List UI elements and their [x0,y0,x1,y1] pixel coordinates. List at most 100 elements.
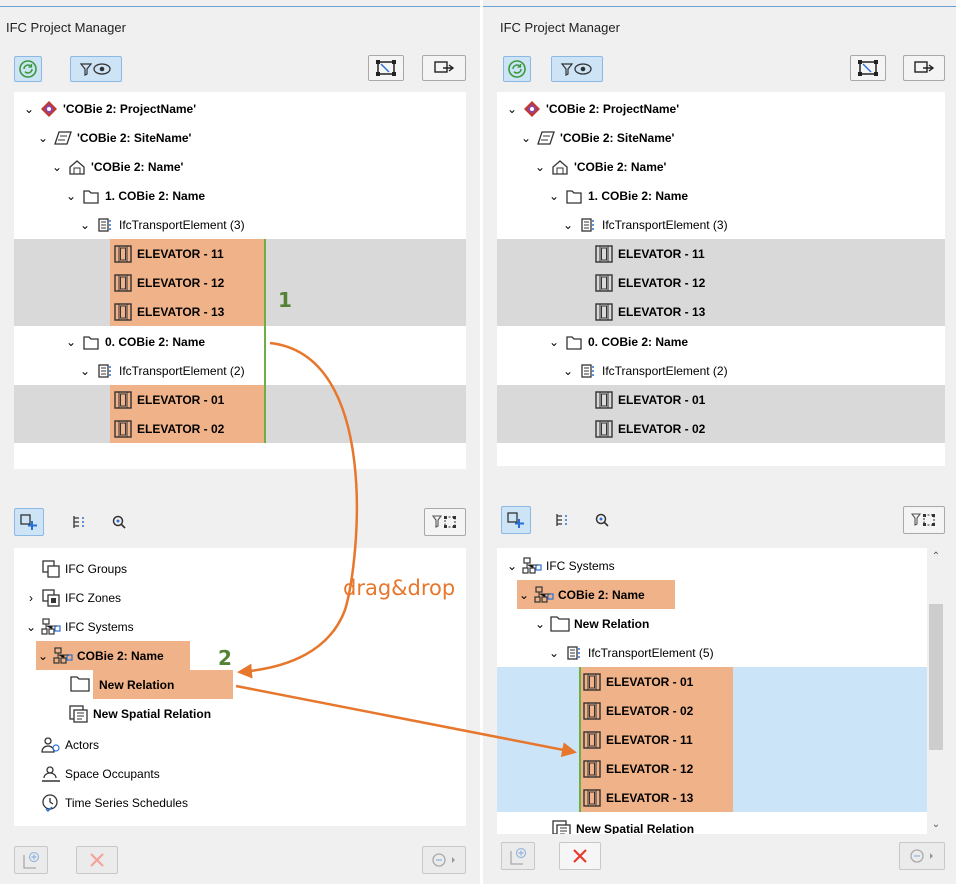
select-elements-icon [376,60,396,76]
group-row-time-series[interactable]: Time Series Schedules [14,788,466,817]
chevron-down-icon[interactable]: ⌄ [64,335,78,349]
elevator-icon [113,419,133,439]
add-group-tab[interactable] [501,506,531,534]
group-row-elevator[interactable]: ELEVATOR - 01 [497,667,945,696]
select-in-model-button[interactable] [850,55,886,81]
chevron-down-icon[interactable]: ⌄ [36,131,50,145]
tree-row-elevator[interactable]: ELEVATOR - 11 [14,239,466,268]
filter-visibility-button[interactable] [551,56,603,82]
group-label: Time Series Schedules [65,795,188,810]
scrollbar-thumb[interactable] [929,604,943,750]
add-group-tab[interactable] [14,508,44,536]
group-row-ifc-systems[interactable]: ⌄ IFC Systems [497,551,945,580]
tree-row-story-0[interactable]: ⌄ 0. COBie 2: Name [14,327,466,356]
highlight-box: New Relation [93,670,233,699]
new-group-button[interactable] [501,842,535,870]
group-row-elevator[interactable]: ELEVATOR - 02 [497,696,945,725]
chevron-down-icon[interactable]: ⌄ [547,189,561,203]
chevron-down-icon[interactable]: ⌄ [533,617,547,631]
chevron-down-icon[interactable]: ⌄ [505,102,519,116]
group-row-elevator[interactable]: ELEVATOR - 12 [497,754,945,783]
chevron-down-icon[interactable]: ⌄ [533,160,547,174]
chevron-down-icon[interactable]: ⌄ [22,102,36,116]
group-row-ifc-systems[interactable]: ⌄ IFC Systems [14,612,466,641]
tree-row-story-1[interactable]: ⌄ 1. COBie 2: Name [497,181,945,210]
tree-row-site[interactable]: ⌄ 'COBie 2: SiteName' [497,123,945,152]
refresh-button[interactable] [14,56,42,82]
scroll-up-icon[interactable]: ⌃ [927,548,945,566]
tree-row-building[interactable]: ⌄ 'COBie 2: Name' [14,152,466,181]
scrollbar[interactable]: ⌃ ⌄ [927,548,945,834]
delete-button[interactable] [559,842,601,870]
tree-row-elevator[interactable]: ELEVATOR - 12 [14,268,466,297]
new-group-button[interactable] [14,846,48,874]
hierarchy-tab[interactable] [547,506,577,534]
navigate-button[interactable] [422,55,466,81]
chevron-down-icon[interactable]: ⌄ [505,559,519,573]
refresh-button[interactable] [503,56,531,82]
group-row-new-relation[interactable]: New Relation [14,670,466,699]
chevron-down-icon[interactable]: ⌄ [78,364,92,378]
group-label: ELEVATOR - 01 [606,674,694,689]
assign-button[interactable] [422,846,466,874]
chevron-down-icon[interactable]: ⌄ [547,335,561,349]
chevron-down-icon[interactable]: ⌄ [561,218,575,232]
filter-selection-button[interactable] [903,506,945,534]
search-tab[interactable] [587,506,617,534]
tree-row-transport-group[interactable]: ⌄ IfcTransportElement (3) [14,210,466,239]
chevron-down-icon[interactable]: ⌄ [519,131,533,145]
tree-row-elevator[interactable]: ELEVATOR - 13 [14,297,466,326]
hierarchy-tab[interactable] [64,508,94,536]
group-label: IFC Systems [65,619,134,634]
group-row-space-occupants[interactable]: Space Occupants [14,759,466,788]
group-row-elevator[interactable]: ELEVATOR - 13 [497,783,945,812]
tree-label: 'COBie 2: SiteName' [560,130,675,145]
tree-row-elevator[interactable]: ELEVATOR - 02 [497,414,945,443]
chevron-down-icon[interactable]: ⌄ [50,160,64,174]
tree-row-elevator[interactable]: ELEVATOR - 02 [14,414,466,443]
search-tab[interactable] [104,508,134,536]
tree-row-elevator[interactable]: ELEVATOR - 11 [497,239,945,268]
assign-button[interactable] [899,842,945,870]
group-row-new-spatial-relation[interactable]: New Spatial Relation [497,814,945,834]
group-row-transport-group[interactable]: ⌄ IfcTransportElement (5) [497,638,945,667]
tree-row-story-0[interactable]: ⌄ 0. COBie 2: Name [497,327,945,356]
tree-row-transport-group[interactable]: ⌄ IfcTransportElement (2) [497,356,945,385]
accent-line [0,6,480,7]
filter-visibility-button[interactable] [70,56,122,82]
filter-selection-button[interactable] [424,508,466,536]
tree-row-site[interactable]: ⌄ 'COBie 2: SiteName' [14,123,466,152]
chevron-down-icon[interactable]: ⌄ [24,620,38,634]
tree-row-transport-group[interactable]: ⌄ IfcTransportElement (3) [497,210,945,239]
select-in-model-button[interactable] [368,55,404,81]
chevron-right-icon[interactable]: › [24,591,38,605]
chevron-down-icon[interactable]: ⌄ [561,364,575,378]
group-row-actors[interactable]: Actors [14,730,466,759]
delete-button[interactable] [76,846,118,874]
tree-label: ELEVATOR - 11 [618,246,705,261]
assign-icon [910,849,933,863]
assign-icon [432,853,455,867]
tree-row-building[interactable]: ⌄ 'COBie 2: Name' [497,152,945,181]
group-row-cobie-system[interactable]: ⌄ COBie 2: Name [497,580,945,609]
tree-row-project[interactable]: ⌄ 'COBie 2: ProjectName' [14,94,466,123]
chevron-down-icon[interactable]: ⌄ [517,588,531,602]
site-icon [536,128,556,148]
scroll-down-icon[interactable]: ⌄ [927,816,945,834]
group-row-new-relation[interactable]: ⌄ New Relation [497,609,945,638]
tree-row-transport-group[interactable]: ⌄ IfcTransportElement (2) [14,356,466,385]
tree-row-elevator[interactable]: ELEVATOR - 12 [497,268,945,297]
chevron-down-icon[interactable]: ⌄ [547,646,561,660]
navigate-button[interactable] [903,55,945,81]
chevron-down-icon[interactable]: ⌄ [36,649,50,663]
group-row-new-spatial-relation[interactable]: New Spatial Relation [14,699,466,728]
tree-row-elevator[interactable]: ELEVATOR - 01 [14,385,466,414]
chevron-down-icon[interactable]: ⌄ [64,189,78,203]
tree-row-elevator[interactable]: ELEVATOR - 13 [497,297,945,326]
group-row-cobie-system[interactable]: ⌄ COBie 2: Name [14,641,466,670]
tree-row-elevator[interactable]: ELEVATOR - 01 [497,385,945,414]
tree-row-story-1[interactable]: ⌄ 1. COBie 2: Name [14,181,466,210]
chevron-down-icon[interactable]: ⌄ [78,218,92,232]
group-row-elevator[interactable]: ELEVATOR - 11 [497,725,945,754]
tree-row-project[interactable]: ⌄ 'COBie 2: ProjectName' [497,94,945,123]
